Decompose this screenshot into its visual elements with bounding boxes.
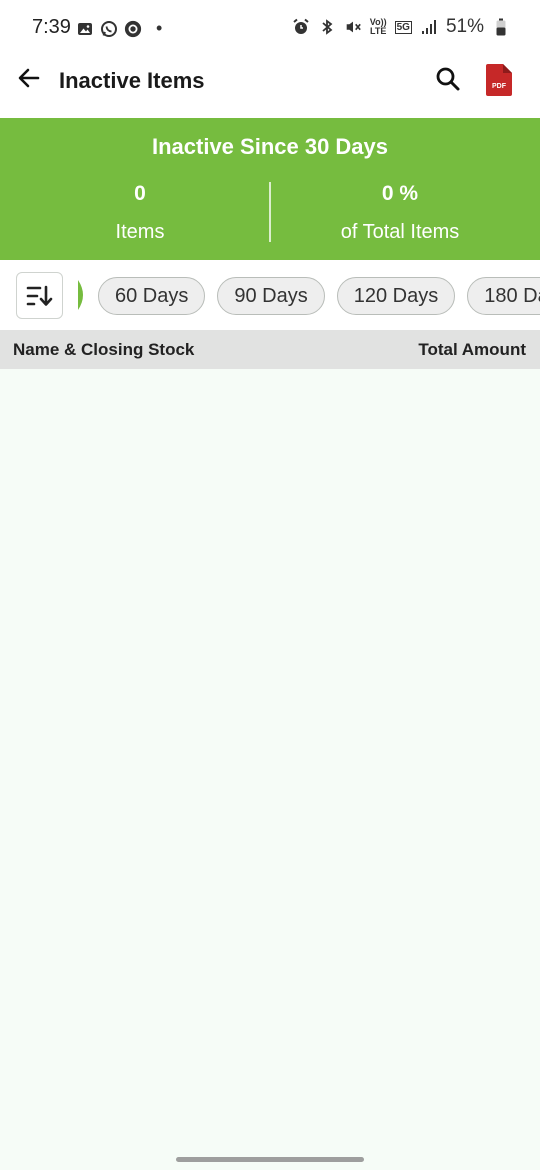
pdf-export-button[interactable]: PDF: [486, 64, 512, 96]
5g-indicator: 5G: [394, 20, 412, 34]
status-dot: •: [156, 18, 163, 38]
search-button[interactable]: [432, 65, 464, 97]
sort-icon: [26, 285, 52, 306]
chip-scroll-indicator: [78, 280, 83, 310]
back-button[interactable]: [14, 65, 44, 95]
chip-120-days[interactable]: 120 Days: [336, 277, 456, 315]
inactive-summary-card: Inactive Since 30 Days 0 Items 0 % of To…: [0, 118, 540, 260]
bluetooth-icon: [318, 18, 336, 36]
battery-icon: [492, 18, 510, 36]
sort-button[interactable]: [16, 272, 63, 319]
mute-icon: [344, 18, 362, 36]
items-count: 0: [134, 182, 146, 205]
page-title: Inactive Items: [59, 68, 205, 93]
pdf-file-icon: PDF: [486, 64, 512, 96]
record-icon: [124, 20, 142, 38]
volte-indicator: Vo)) LTE: [369, 17, 387, 36]
search-icon: [434, 65, 462, 98]
signal-icon: [420, 18, 438, 36]
items-label: Items: [115, 221, 165, 243]
table-header: Name & Closing Stock Total Amount: [0, 330, 540, 369]
items-stat: 0 Items: [5, 182, 275, 244]
percent-value: 0 %: [381, 182, 419, 205]
filter-row: 60 Days 90 Days 120 Days 180 Days: [0, 260, 540, 330]
chip-60-days[interactable]: 60 Days: [98, 277, 206, 315]
items-list[interactable]: [0, 369, 540, 1149]
percent-label: of Total Items: [340, 221, 460, 243]
home-indicator[interactable]: [176, 1157, 364, 1162]
alarm-icon: [292, 18, 310, 36]
chip-180-days[interactable]: 180 Days: [467, 277, 540, 315]
battery-percent: 51%: [445, 16, 484, 37]
notification-icons: •: [76, 18, 162, 39]
percent-stat: 0 % of Total Items: [265, 182, 535, 244]
column-name-closing-stock: Name & Closing Stock: [13, 340, 195, 359]
status-bar: 7:39 • Vo)) LTE 5G 51%: [0, 0, 540, 56]
gallery-icon: [76, 20, 94, 38]
svg-text:PDF: PDF: [492, 83, 507, 90]
chip-90-days[interactable]: 90 Days: [217, 277, 325, 315]
summary-title: Inactive Since 30 Days: [151, 134, 389, 159]
back-arrow-icon: [16, 65, 42, 96]
whatsapp-icon: [100, 20, 118, 38]
day-filter-chips: 60 Days 90 Days 120 Days 180 Days: [98, 277, 540, 315]
status-time: 7:39: [32, 16, 71, 38]
app-bar: Inactive Items PDF: [0, 56, 540, 118]
column-total-amount: Total Amount: [418, 340, 526, 359]
system-icons: Vo)) LTE 5G 51%: [292, 16, 510, 38]
